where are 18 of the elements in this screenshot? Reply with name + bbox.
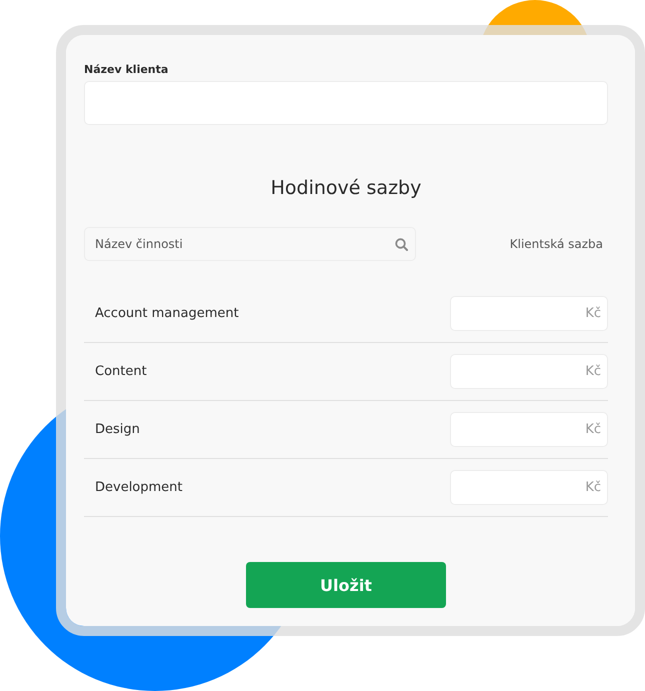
field-label: Název klienta [84,62,170,78]
section-title: Hodinové sazby [270,176,422,200]
rate-field[interactable]: Kč [450,412,608,447]
currency-unit: Kč [585,364,601,379]
rate-field[interactable]: Kč [450,296,608,331]
activity-name: Design [94,422,140,437]
save-button[interactable]: Uložit [246,562,446,608]
currency-unit: Kč [585,480,601,495]
currency-unit: Kč [585,422,601,437]
currency-unit: Kč [585,306,601,321]
column-header: Klientská sazba [510,237,603,251]
activity-name: Account management [94,306,239,321]
search-field[interactable]: Název činnosti [84,227,416,261]
rate-field[interactable]: Kč [450,470,608,505]
activity-name: Development [94,480,183,495]
search-icon [395,238,408,251]
activity-name: Content [94,364,147,379]
rate-field[interactable]: Kč [450,354,608,389]
